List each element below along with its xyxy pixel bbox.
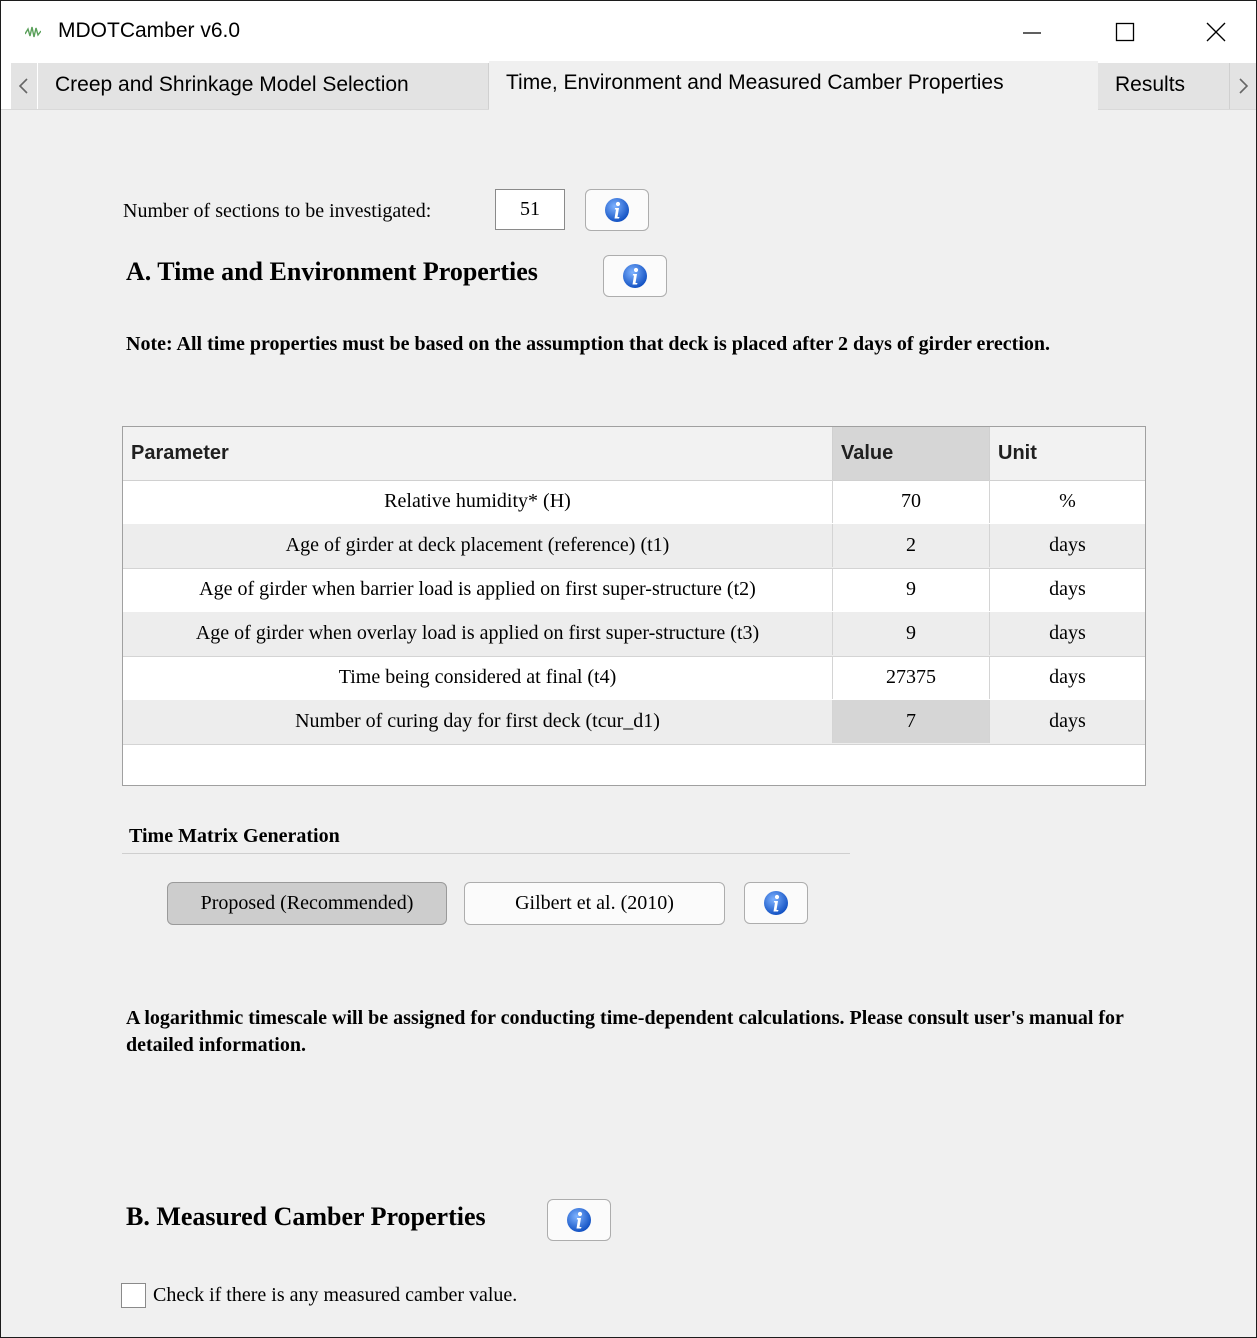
- tab-content: Number of sections to be investigated: 5…: [1, 109, 1256, 1337]
- maximize-icon: [1115, 22, 1135, 42]
- app-logo-icon: [24, 25, 42, 39]
- row-parameter: Time being considered at final (t4): [338, 666, 617, 688]
- parameter-table: Parameter Value Unit Relative humidity* …: [122, 426, 1146, 786]
- minimize-button[interactable]: [1001, 1, 1063, 63]
- close-button[interactable]: [1185, 1, 1247, 63]
- section-b-heading: B. Measured Camber Properties: [126, 1202, 486, 1231]
- info-icon: [605, 198, 629, 222]
- row-parameter: Age of girder when barrier load is appli…: [199, 578, 756, 600]
- table-row: Number of curing day for first deck (tcu…: [123, 700, 1145, 745]
- tab-results[interactable]: Results: [1098, 63, 1230, 109]
- sections-input[interactable]: 51: [495, 189, 565, 230]
- tab-scroll-right[interactable]: [1230, 63, 1256, 109]
- row-value[interactable]: 9: [832, 568, 989, 611]
- row-unit: days: [989, 612, 1145, 655]
- row-value[interactable]: 70: [832, 480, 989, 523]
- tab-creep-shrinkage[interactable]: Creep and Shrinkage Model Selection: [38, 63, 489, 109]
- row-unit: days: [989, 568, 1145, 611]
- row-unit: days: [989, 700, 1145, 743]
- row-parameter: Number of curing day for first deck (tcu…: [295, 710, 660, 732]
- row-unit: %: [989, 480, 1145, 523]
- info-icon: [567, 1208, 591, 1232]
- row-unit: days: [989, 524, 1145, 567]
- row-value[interactable]: 2: [832, 524, 989, 567]
- tab-time-environment[interactable]: Time, Environment and Measured Camber Pr…: [489, 61, 1098, 110]
- info-icon: [623, 264, 647, 288]
- tab-scroll-left[interactable]: [11, 63, 37, 109]
- time-matrix-divider: [122, 853, 850, 854]
- measured-camber-label[interactable]: Check if there is any measured camber va…: [153, 1284, 517, 1307]
- title-bar[interactable]: MDOTCamber v6.0: [1, 1, 1256, 63]
- close-icon: [1206, 22, 1226, 42]
- table-row: Relative humidity* (H) 70 %: [123, 480, 1145, 525]
- section-a-heading: A. Time and Environment Properties: [126, 257, 538, 286]
- timescale-message: A logarithmic timescale will be assigned…: [126, 1007, 1124, 1056]
- table-row: Age of girder when overlay load is appli…: [123, 612, 1145, 657]
- app-window: MDOTCamber v6.0 Creep and Shrinkage Mode…: [0, 0, 1257, 1338]
- row-value-selected[interactable]: 7: [832, 700, 989, 743]
- table-header: Parameter Value Unit: [123, 427, 1145, 481]
- row-unit: days: [989, 656, 1145, 699]
- row-parameter: Age of girder when overlay load is appli…: [195, 622, 760, 644]
- row-value[interactable]: 9: [832, 612, 989, 655]
- info-icon: [764, 891, 788, 915]
- time-matrix-info-button[interactable]: [744, 882, 808, 924]
- sections-label: Number of sections to be investigated:: [123, 200, 432, 222]
- table-row: Age of girder when barrier load is appli…: [123, 568, 1145, 613]
- row-value[interactable]: 27375: [832, 656, 989, 699]
- table-row: Time being considered at final (t4) 2737…: [123, 656, 1145, 701]
- column-header-unit[interactable]: Unit: [989, 427, 1145, 480]
- minimize-icon: [1023, 32, 1041, 34]
- row-parameter: Age of girder at deck placement (referen…: [285, 534, 670, 556]
- proposed-button[interactable]: Proposed (Recommended): [167, 882, 447, 925]
- measured-camber-checkbox[interactable]: [121, 1283, 146, 1308]
- time-matrix-heading: Time Matrix Generation: [129, 825, 340, 847]
- gilbert-button[interactable]: Gilbert et al. (2010): [464, 882, 725, 925]
- sections-info-button[interactable]: [585, 189, 649, 231]
- section-b-info-button[interactable]: [547, 1199, 611, 1241]
- row-parameter: Relative humidity* (H): [384, 490, 571, 512]
- chevron-left-icon: [18, 78, 28, 94]
- table-row: Age of girder at deck placement (referen…: [123, 524, 1145, 569]
- column-header-parameter[interactable]: Parameter: [123, 427, 832, 480]
- maximize-button[interactable]: [1094, 1, 1156, 63]
- chevron-right-icon: [1239, 78, 1249, 94]
- window-title: MDOTCamber v6.0: [58, 19, 241, 42]
- column-header-value[interactable]: Value: [832, 427, 989, 480]
- tab-bar: Creep and Shrinkage Model Selection Time…: [1, 61, 1256, 110]
- time-note: Note: All time properties must be based …: [126, 333, 1051, 355]
- section-a-info-button[interactable]: [603, 255, 667, 297]
